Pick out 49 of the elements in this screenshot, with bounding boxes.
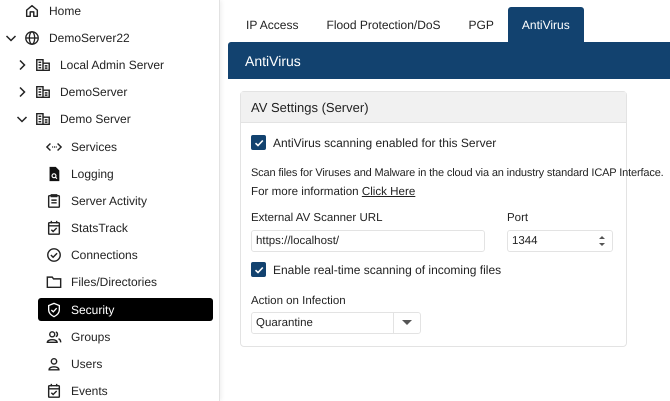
click-here-link[interactable]: Click Here <box>362 185 416 198</box>
url-input-field[interactable]: https://localhost/ <box>251 230 485 252</box>
building-icon <box>35 56 51 73</box>
shield-icon <box>46 302 62 318</box>
folder-icon <box>46 274 62 290</box>
tab[interactable]: Flood Protection/DoS <box>312 7 455 42</box>
tab[interactable]: AntiVirus <box>508 7 584 42</box>
tree-item[interactable]: Groups <box>44 325 213 348</box>
users-icon <box>46 328 62 345</box>
tree-item[interactable]: Connections <box>44 244 213 267</box>
check-circle-icon <box>46 247 62 264</box>
port-input-field[interactable]: 1344 <box>507 230 613 252</box>
tab[interactable]: PGP <box>454 7 508 42</box>
tree-item[interactable]: Security <box>38 298 213 322</box>
field-label: External AV Scanner URL <box>251 212 384 224</box>
tree-item[interactable]: Home <box>22 0 213 22</box>
tree-item[interactable]: DemoServer22 <box>22 26 213 50</box>
calendar-check-icon <box>46 383 62 400</box>
tree-item[interactable]: Events <box>44 380 213 401</box>
checkbox-label: Enable real-time scanning of incoming files <box>273 262 502 276</box>
panel-title: AntiVirus <box>245 52 301 68</box>
building-icon <box>35 111 51 128</box>
tree-item[interactable]: Local Admin Server <box>33 53 213 76</box>
clipboard-icon <box>46 192 62 209</box>
tree-item[interactable]: Services <box>44 135 213 158</box>
checkbox[interactable] <box>251 262 266 277</box>
checkbox-label: AntiVirus scanning enabled for this Server <box>273 136 496 150</box>
action-dropdown[interactable]: Quarantine <box>251 312 421 334</box>
tree-item[interactable]: DemoServer <box>33 80 213 104</box>
tree-item[interactable]: Users <box>44 352 213 376</box>
info-text: For more information <box>251 185 359 198</box>
tree-item[interactable]: Server Activity <box>44 189 213 212</box>
user-icon <box>46 356 62 372</box>
description-text: Scan files for Viruses and Malware in the cloud via an industry standard ICAP Interface. <box>251 167 664 179</box>
globe-icon <box>24 30 40 46</box>
card-title: AV Settings (Server) <box>251 100 369 114</box>
tab[interactable]: IP Access <box>232 7 312 42</box>
field-label: Action on Infection <box>251 295 347 307</box>
field-label: Port <box>507 212 530 224</box>
tree-item[interactable]: Demo Server <box>33 108 213 131</box>
building-icon <box>35 84 51 100</box>
home-icon <box>24 2 40 19</box>
spinner-arrows-icon[interactable] <box>598 234 606 248</box>
tree-item[interactable]: Files/Directories <box>44 270 213 294</box>
caret-down-icon <box>402 320 412 326</box>
tree-item[interactable]: Logging <box>44 162 213 186</box>
tree-item[interactable]: StatsTrack <box>44 216 213 240</box>
checkbox[interactable] <box>251 135 266 150</box>
calendar-check-icon <box>46 220 62 236</box>
